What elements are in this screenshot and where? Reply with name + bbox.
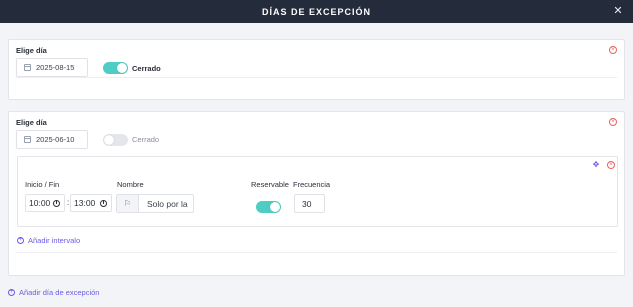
start-time-value: 10:00	[29, 198, 51, 208]
remove-day-icon[interactable]: ×	[609, 118, 617, 126]
choose-day-label: Elige día	[16, 118, 47, 127]
clock-icon	[53, 200, 60, 207]
exception-day-card-1: Elige día × 2025-08-15 Cerrado	[8, 39, 625, 100]
closed-toggle[interactable]	[103, 134, 128, 146]
flag-icon: ⚐	[117, 195, 139, 212]
divider	[16, 252, 617, 253]
start-end-label: Inicio / Fin	[25, 180, 60, 189]
clock-icon	[100, 200, 107, 207]
modal-header: DÍAS DE EXCEPCIÓN ✕	[0, 0, 633, 23]
toggle-knob	[117, 63, 127, 73]
close-icon[interactable]: ✕	[612, 5, 624, 17]
reservable-toggle[interactable]	[256, 201, 281, 213]
calendar-icon	[24, 136, 31, 143]
closed-toggle[interactable]	[103, 62, 128, 74]
remove-day-icon[interactable]: ×	[609, 46, 617, 54]
name-value: Solo por la	[147, 198, 188, 209]
divider	[16, 77, 617, 78]
closed-label: Cerrado	[132, 135, 160, 144]
date-field[interactable]: 2025-06-10	[16, 130, 88, 149]
name-label: Nombre	[117, 180, 144, 189]
exception-day-card-2: Elige día × 2025-06-10 Cerrado ✥ × Inici…	[8, 111, 625, 276]
time-separator: :	[67, 198, 70, 207]
frequency-input[interactable]: 30	[294, 194, 325, 213]
add-interval-label: Añadir intervalo	[28, 236, 81, 245]
add-exception-label: Añadir día de excepción	[19, 288, 100, 297]
modal-title: DÍAS DE EXCEPCIÓN	[261, 6, 372, 17]
add-interval-button[interactable]: + Añadir intervalo	[17, 236, 80, 245]
start-time-input[interactable]: 10:00	[25, 194, 65, 212]
add-exception-day-button[interactable]: + Añadir día de excepción	[8, 288, 99, 297]
date-value: 2025-08-15	[36, 63, 75, 72]
toggle-knob	[104, 135, 114, 145]
reservable-label: Reservable	[251, 180, 289, 189]
date-value: 2025-06-10	[36, 135, 75, 144]
calendar-icon	[24, 64, 31, 71]
end-time-input[interactable]: 13:00	[70, 194, 112, 212]
add-circle-icon: +	[17, 237, 24, 244]
remove-interval-icon[interactable]: ×	[607, 161, 615, 169]
frequency-value: 30	[302, 198, 312, 209]
move-icon[interactable]: ✥	[592, 161, 600, 169]
closed-label: Cerrado	[132, 64, 161, 73]
date-field[interactable]: 2025-08-15	[16, 58, 88, 77]
interval-row: ✥ × Inicio / Fin 10:00 : 13:00 Nombre ⚐ …	[17, 156, 618, 227]
choose-day-label: Elige día	[16, 46, 47, 55]
toggle-knob	[270, 202, 280, 212]
frequency-label: Frecuencia	[293, 180, 331, 189]
end-time-value: 13:00	[74, 198, 96, 208]
add-circle-icon: +	[8, 289, 15, 296]
name-input[interactable]: ⚐ Solo por la	[116, 194, 194, 213]
